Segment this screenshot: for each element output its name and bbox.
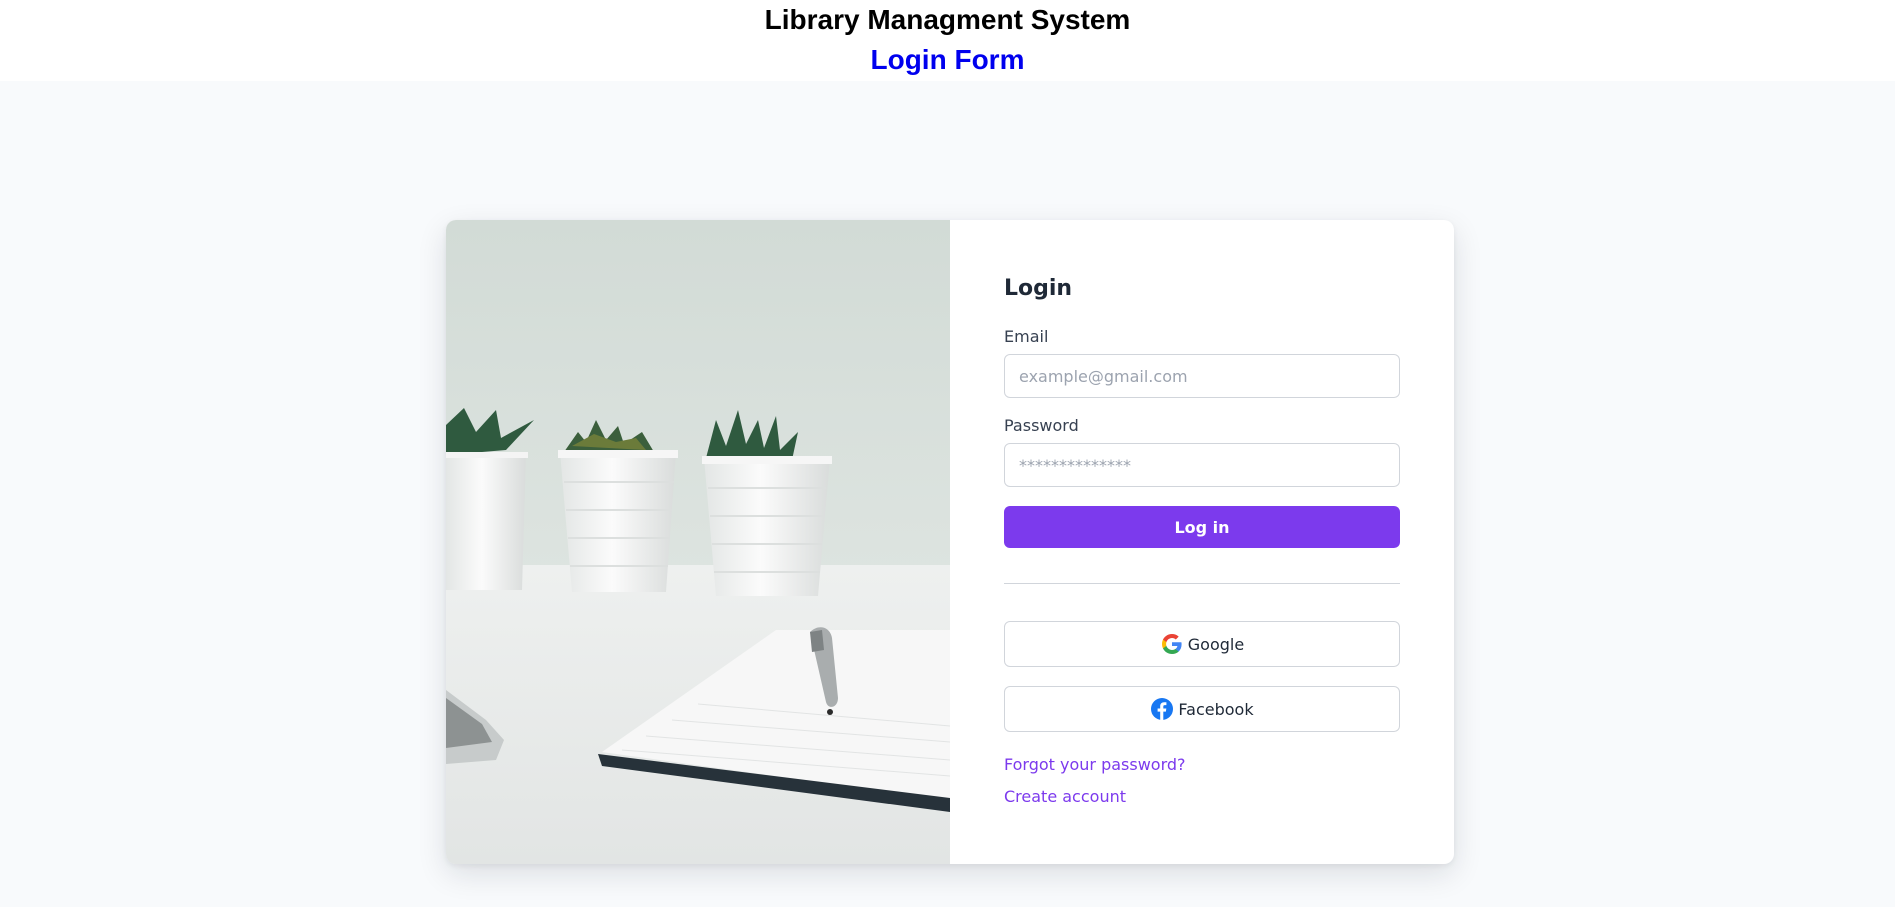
password-label: Password	[1004, 416, 1079, 435]
login-card: Login Email Password Log in Google	[446, 220, 1454, 864]
google-label: Google	[1187, 634, 1245, 654]
site-header: Library Managment System Login Form	[0, 0, 1895, 81]
login-button[interactable]: Log in	[1004, 506, 1400, 548]
create-account-link[interactable]: Create account	[1004, 787, 1126, 806]
site-title: Library Managment System	[764, 4, 1131, 35]
login-form: Login Email Password Log in Google	[950, 220, 1454, 864]
facebook-login-button[interactable]: Facebook	[1004, 686, 1400, 732]
email-label: Email	[1004, 327, 1049, 346]
form-title: Login Form	[870, 44, 1025, 75]
facebook-label: Facebook	[1178, 699, 1254, 719]
divider	[1004, 583, 1400, 584]
google-icon	[1160, 632, 1184, 656]
email-field[interactable]	[1004, 354, 1400, 398]
login-heading: Login	[1004, 276, 1073, 301]
facebook-icon	[1150, 697, 1174, 721]
forgot-password-link[interactable]: Forgot your password?	[1004, 755, 1186, 774]
hero-image	[446, 220, 950, 864]
password-field[interactable]	[1004, 443, 1400, 487]
google-login-button[interactable]: Google	[1004, 621, 1400, 667]
